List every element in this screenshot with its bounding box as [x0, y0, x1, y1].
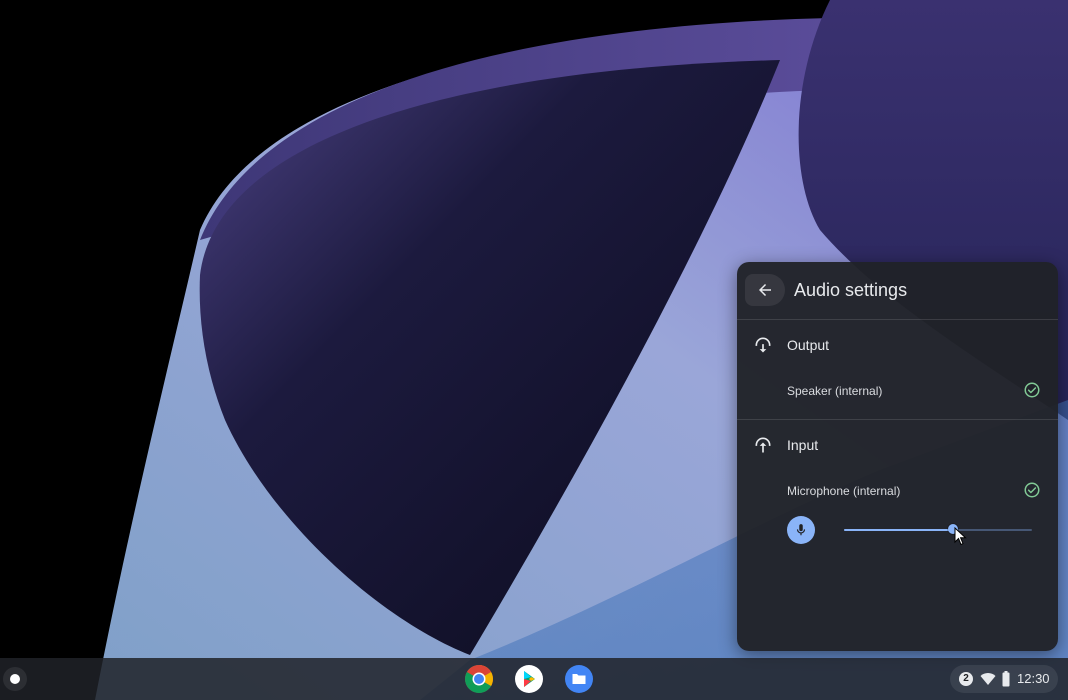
- check-circle-icon: [1024, 382, 1040, 398]
- panel-header: Audio settings: [737, 262, 1058, 318]
- header-divider: [737, 319, 1058, 320]
- wifi-icon: [980, 673, 996, 685]
- launcher-button[interactable]: [3, 667, 27, 691]
- battery-icon: [1002, 671, 1010, 687]
- notification-count-badge: 2: [959, 672, 973, 686]
- input-device-label: Microphone (internal): [787, 484, 901, 498]
- status-area[interactable]: 2 12:30: [950, 665, 1058, 693]
- check-circle-icon: [1024, 482, 1040, 498]
- microphone-section-icon: [755, 437, 771, 453]
- input-gain-slider[interactable]: [844, 520, 1032, 540]
- desktop: Audio settings Output Speaker (internal)…: [0, 0, 1068, 700]
- output-device-speaker[interactable]: Speaker (internal): [737, 373, 1058, 409]
- clock: 12:30: [1017, 671, 1050, 686]
- files-icon[interactable]: [564, 664, 594, 694]
- speaker-icon: [755, 337, 771, 353]
- back-button[interactable]: [745, 274, 785, 306]
- input-device-microphone[interactable]: Microphone (internal): [737, 473, 1058, 509]
- slider-thumb[interactable]: [948, 524, 959, 534]
- launcher-icon: [10, 674, 20, 684]
- input-section-label: Input: [787, 437, 819, 453]
- chrome-icon[interactable]: [464, 664, 494, 694]
- play-store-icon[interactable]: [514, 664, 544, 694]
- panel-title: Audio settings: [794, 280, 908, 300]
- output-section-label: Output: [787, 337, 830, 353]
- section-divider: [737, 419, 1058, 420]
- audio-settings-panel: Audio settings Output Speaker (internal)…: [737, 262, 1058, 651]
- microphone-icon: [796, 524, 806, 536]
- output-device-label: Speaker (internal): [787, 384, 883, 398]
- slider-fill: [844, 529, 954, 531]
- arrow-back-icon: [759, 284, 771, 296]
- shelf: 2 12:30: [0, 658, 1068, 700]
- mic-mute-toggle[interactable]: [787, 516, 815, 544]
